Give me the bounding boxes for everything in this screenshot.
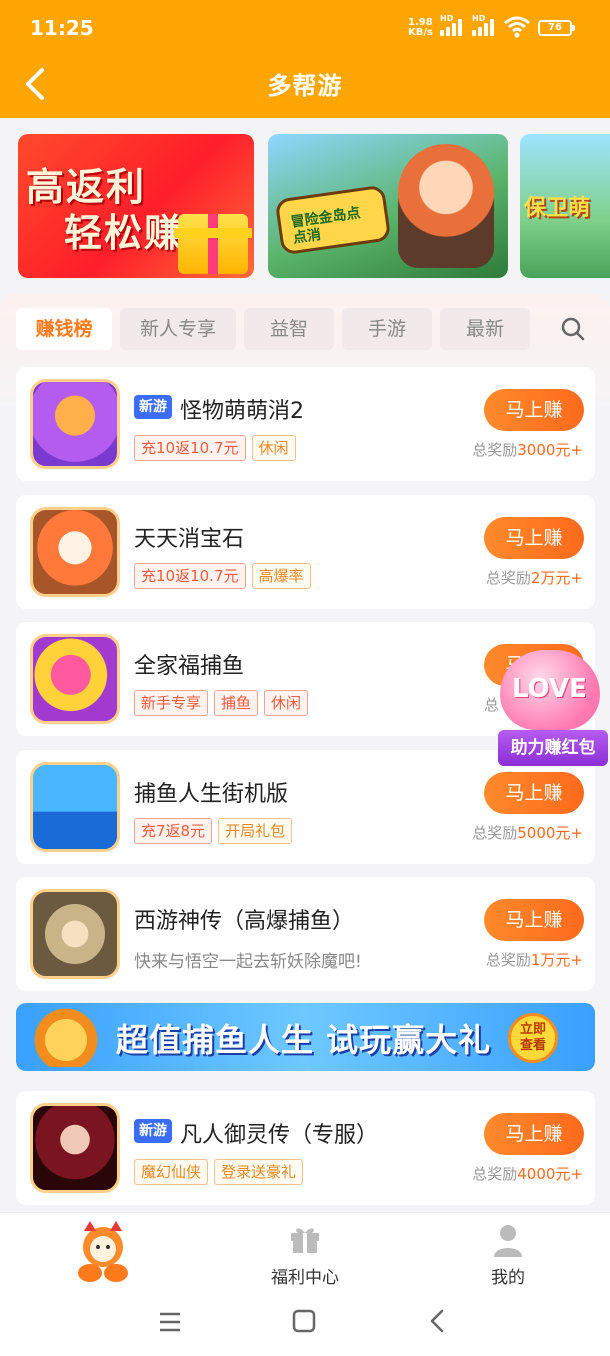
game-icon bbox=[30, 634, 120, 724]
game-card[interactable]: 新游 怪物萌萌消2 充10返10.7元 休闲 马上赚 总奖励3000元+ bbox=[16, 367, 595, 481]
game-tags: 充10返10.7元 休闲 bbox=[134, 435, 302, 461]
tag: 休闲 bbox=[264, 690, 309, 716]
tag: 新手专享 bbox=[134, 690, 209, 716]
earn-now-button[interactable]: 马上赚 bbox=[484, 772, 584, 814]
tab-puzzle[interactable]: 益智 bbox=[244, 308, 334, 350]
view-now-button[interactable]: 立即 查看 bbox=[508, 1013, 558, 1063]
tab-earn-ranking[interactable]: 赚钱榜 bbox=[16, 308, 112, 350]
game-description: 快来与悟空一起去斩妖除魔吧! bbox=[134, 952, 362, 972]
page-title: 多帮游 bbox=[267, 72, 343, 100]
signal-icon: HD bbox=[472, 14, 498, 36]
nav-home[interactable] bbox=[43, 1213, 163, 1291]
total-reward: 总奖励5000元+ bbox=[472, 824, 583, 842]
gift-icon bbox=[291, 1228, 319, 1253]
signal-icon: HD bbox=[440, 14, 466, 36]
nav-welfare-center[interactable]: 福利中心 bbox=[245, 1213, 365, 1291]
earn-now-button[interactable]: 马上赚 bbox=[484, 1113, 584, 1155]
total-reward: 总奖励1万元+ bbox=[485, 951, 583, 969]
game-tags: 充7返8元 开局礼包 bbox=[134, 818, 298, 844]
game-tags: 魔幻仙侠 登录送豪礼 bbox=[134, 1159, 309, 1185]
banner-adventure-island[interactable]: 冒险金岛点点消 bbox=[268, 134, 508, 278]
tag: 充10返10.7元 bbox=[134, 435, 246, 461]
earn-now-button[interactable]: 马上赚 bbox=[484, 517, 584, 559]
game-logo: 冒险金岛点点消 bbox=[274, 184, 392, 256]
game-name: 全家福捕鱼 bbox=[134, 654, 245, 679]
gift-box-icon bbox=[174, 214, 252, 274]
game-card[interactable]: 天天消宝石 充10返10.7元 高爆率 马上赚 总奖励2万元+ bbox=[16, 495, 595, 609]
new-game-badge: 新游 bbox=[134, 1119, 172, 1143]
tag: 捕鱼 bbox=[214, 690, 259, 716]
tag: 登录送豪礼 bbox=[214, 1159, 304, 1185]
home-icon[interactable] bbox=[292, 1309, 316, 1333]
system-navigation-bar bbox=[0, 1290, 610, 1356]
user-icon bbox=[494, 1225, 522, 1257]
nav-my-profile[interactable]: 我的 bbox=[448, 1213, 568, 1291]
game-name: 西游神传（高爆捕鱼） bbox=[134, 909, 355, 934]
game-icon bbox=[30, 379, 120, 469]
banner-carousel[interactable]: 高返利 轻松赚 冒险金岛点点消 保卫萌 bbox=[0, 118, 610, 294]
fishing-promo-banner[interactable]: 超值捕鱼人生 试玩赢大礼 立即 查看 bbox=[16, 1003, 595, 1071]
game-name: 天天消宝石 bbox=[134, 527, 245, 552]
battery-icon: 76 bbox=[538, 20, 575, 36]
tag: 魔幻仙侠 bbox=[134, 1159, 209, 1185]
tab-latest[interactable]: 最新 bbox=[440, 308, 530, 350]
game-card[interactable]: 新游 凡人御灵传（专服） 魔幻仙侠 登录送豪礼 马上赚 总奖励4000元+ bbox=[16, 1091, 595, 1205]
character-illustration bbox=[398, 144, 494, 268]
total-reward: 总奖励2万元+ bbox=[485, 569, 583, 587]
back-icon[interactable] bbox=[426, 1309, 448, 1333]
status-bar: 11:25 1.98 KB/s HD HD 76 bbox=[0, 0, 610, 56]
game-icon bbox=[30, 507, 120, 597]
game-name: 凡人御灵传（专服） bbox=[180, 1123, 379, 1148]
tag: 开局礼包 bbox=[218, 818, 293, 844]
tab-newcomer[interactable]: 新人专享 bbox=[120, 308, 236, 350]
game-icon bbox=[30, 1103, 120, 1193]
tag: 高爆率 bbox=[251, 563, 311, 589]
game-tags: 充10返10.7元 高爆率 bbox=[134, 563, 317, 589]
tag: 充10返10.7元 bbox=[134, 563, 246, 589]
earn-now-button[interactable]: 马上赚 bbox=[484, 899, 584, 941]
new-game-badge: 新游 bbox=[134, 395, 172, 419]
wifi-icon bbox=[504, 16, 530, 38]
bottom-navigation: 福利中心 我的 bbox=[0, 1212, 610, 1290]
earn-now-button[interactable]: 马上赚 bbox=[484, 389, 584, 431]
total-reward: 总奖励4000元+ bbox=[472, 1165, 583, 1183]
floating-red-packet-promo[interactable]: LOVE 助力赚红包 bbox=[488, 644, 610, 770]
category-tabs: 赚钱榜 新人专享 益智 手游 最新 bbox=[16, 308, 596, 352]
tag: 充7返8元 bbox=[134, 818, 213, 844]
game-icon bbox=[30, 762, 120, 852]
heart-icon: LOVE bbox=[500, 650, 600, 730]
net-speed: 1.98 KB/s bbox=[408, 17, 433, 38]
banner-defense[interactable]: 保卫萌 bbox=[520, 134, 610, 278]
promo-label: 助力赚红包 bbox=[498, 730, 608, 766]
top-bar: 11:25 1.98 KB/s HD HD 76 多帮游 bbox=[0, 0, 610, 118]
game-icon bbox=[30, 889, 120, 979]
tag: 休闲 bbox=[251, 435, 296, 461]
game-tags: 新手专享 捕鱼 休闲 bbox=[134, 690, 314, 716]
total-reward: 总奖励3000元+ bbox=[472, 441, 583, 459]
game-name: 捕鱼人生街机版 bbox=[134, 782, 289, 807]
game-card[interactable]: 西游神传（高爆捕鱼） 快来与悟空一起去斩妖除魔吧! 马上赚 总奖励1万元+ bbox=[16, 877, 595, 991]
tab-mobile[interactable]: 手游 bbox=[342, 308, 432, 350]
game-name: 怪物萌萌消2 bbox=[180, 399, 304, 424]
status-time: 11:25 bbox=[30, 16, 94, 40]
menu-icon[interactable] bbox=[158, 1310, 182, 1334]
search-icon[interactable] bbox=[560, 316, 586, 342]
banner-rebate[interactable]: 高返利 轻松赚 bbox=[18, 134, 254, 278]
mascot-icon bbox=[78, 1221, 128, 1282]
fish-icon bbox=[26, 1007, 106, 1067]
